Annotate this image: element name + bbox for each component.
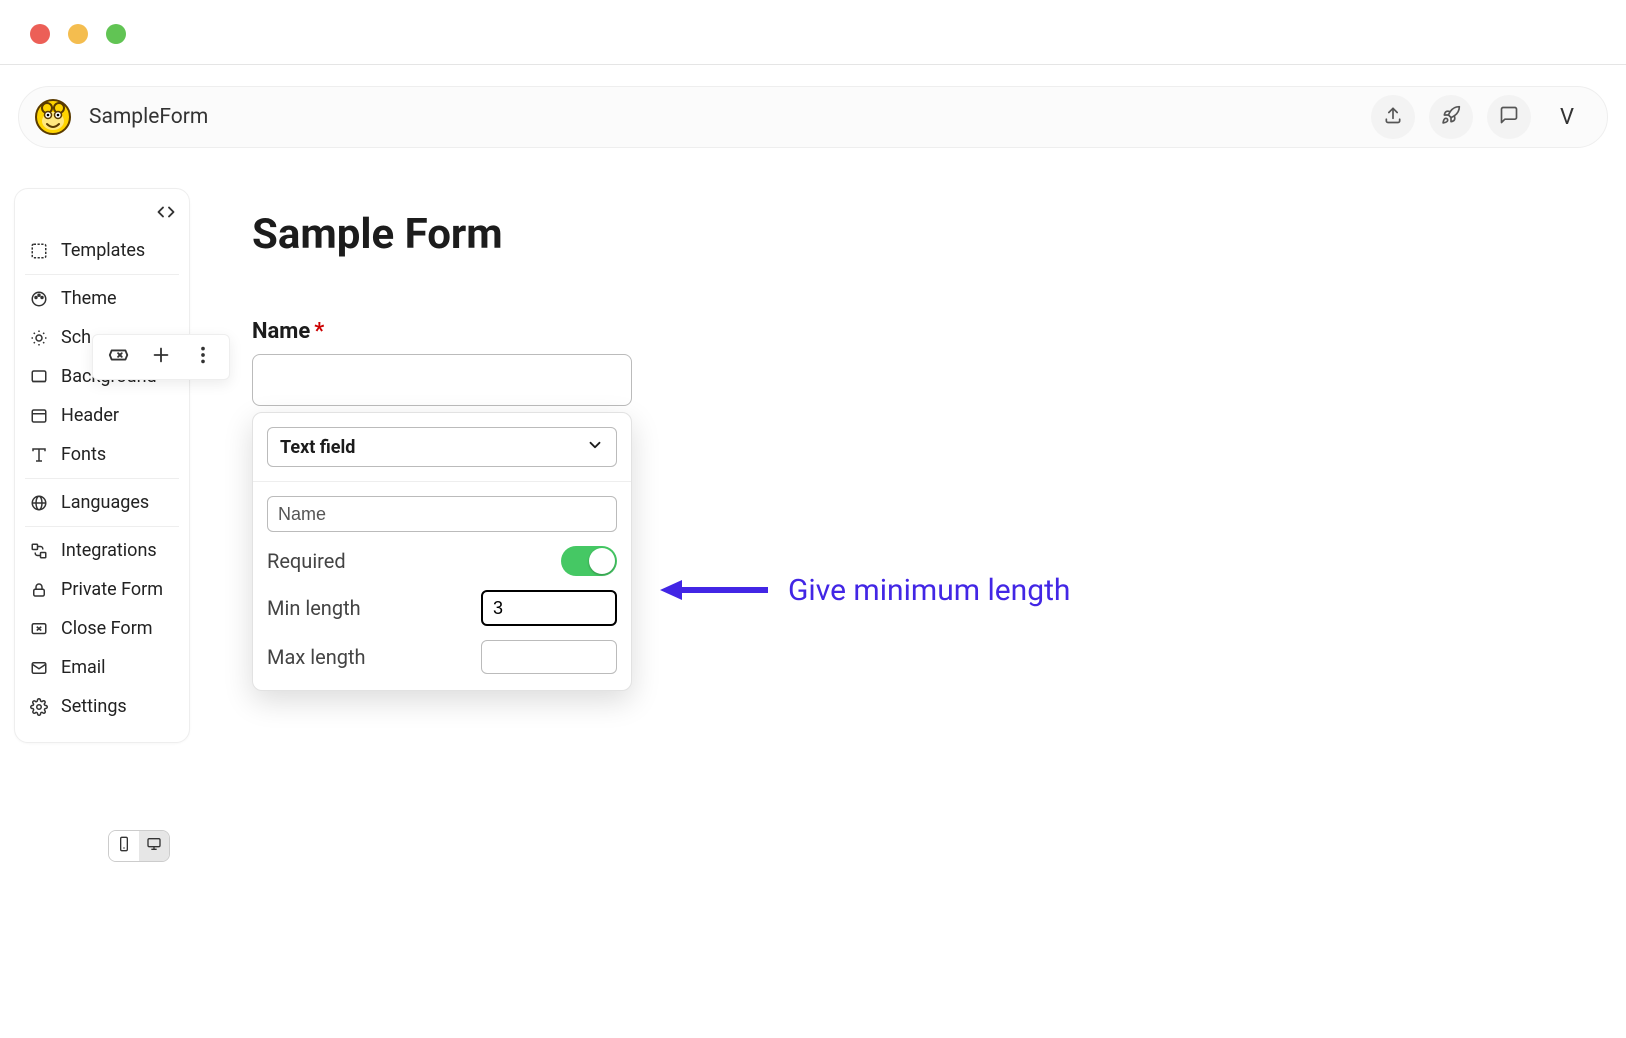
launch-button[interactable] <box>1429 95 1473 139</box>
close-form-icon <box>29 619 49 639</box>
rocket-icon <box>1441 105 1461 129</box>
globe-icon <box>29 493 49 513</box>
form-title[interactable]: Sample Form <box>252 210 1052 259</box>
sidebar-item-integrations[interactable]: Integrations <box>15 531 189 570</box>
type-icon <box>29 445 49 465</box>
popover-separator <box>253 481 631 482</box>
integrations-icon <box>29 541 49 561</box>
more-options-button[interactable] <box>189 343 217 371</box>
delete-icon <box>108 344 130 370</box>
min-length-row: Min length <box>267 590 617 626</box>
sidebar-item-label: Private Form <box>61 579 163 600</box>
sidebar-item-label: Sch <box>61 327 91 348</box>
delete-field-button[interactable] <box>105 343 133 371</box>
field-type-label: Text field <box>280 437 355 458</box>
max-length-row: Max length <box>267 640 617 674</box>
field-label-text: Name <box>252 319 310 344</box>
desktop-icon <box>146 836 162 856</box>
header-icon <box>29 406 49 426</box>
window-traffic-lights <box>30 24 126 44</box>
min-length-label: Min length <box>267 596 361 620</box>
sidebar-separator <box>25 526 179 527</box>
kebab-icon <box>192 344 214 370</box>
sidebar-item-theme[interactable]: Theme <box>15 279 189 318</box>
window-divider <box>0 64 1626 65</box>
required-star: * <box>314 319 324 344</box>
desktop-preview-button[interactable] <box>139 831 169 861</box>
lock-icon <box>29 580 49 600</box>
sidebar-item-label: Settings <box>61 696 127 717</box>
sidebar-item-label: Close Form <box>61 618 153 639</box>
annotation-text: Give minimum length <box>788 573 1070 608</box>
export-button[interactable] <box>1371 95 1415 139</box>
mobile-icon <box>116 836 132 856</box>
sidebar-separator <box>25 478 179 479</box>
sidebar-item-languages[interactable]: Languages <box>15 483 189 522</box>
sidebar-item-header[interactable]: Header <box>15 396 189 435</box>
required-toggle[interactable] <box>561 546 617 576</box>
sidebar-item-email[interactable]: Email <box>15 648 189 687</box>
chat-icon <box>1499 105 1519 129</box>
add-field-button[interactable] <box>147 343 175 371</box>
app-logo-icon <box>35 99 71 135</box>
background-icon <box>29 367 49 387</box>
sidebar-item-label: Email <box>61 657 106 678</box>
sidebar-item-label: Templates <box>61 240 145 261</box>
minimize-window-button[interactable] <box>68 24 88 44</box>
sun-icon <box>29 328 49 348</box>
palette-icon <box>29 289 49 309</box>
arrow-left-icon <box>660 570 770 610</box>
templates-icon <box>29 241 49 261</box>
code-view-button[interactable] <box>15 199 189 231</box>
gear-icon <box>29 697 49 717</box>
mobile-preview-button[interactable] <box>109 831 139 861</box>
field-toolbar <box>92 334 230 380</box>
upload-icon <box>1383 105 1403 129</box>
sidebar-item-label: Languages <box>61 492 149 513</box>
maximize-window-button[interactable] <box>106 24 126 44</box>
field-type-select[interactable]: Text field <box>267 427 617 467</box>
document-title[interactable]: SampleForm <box>89 105 208 129</box>
topbar: SampleForm V <box>18 86 1608 148</box>
close-window-button[interactable] <box>30 24 50 44</box>
comments-button[interactable] <box>1487 95 1531 139</box>
field-name-input[interactable] <box>267 496 617 532</box>
sidebar-item-close-form[interactable]: Close Form <box>15 609 189 648</box>
sidebar-separator <box>25 274 179 275</box>
sidebar-item-label: Header <box>61 405 119 426</box>
device-preview-toggle <box>108 830 170 862</box>
plus-icon <box>150 344 172 370</box>
field-label: Name* <box>252 319 1052 344</box>
form-canvas: Sample Form Name* <box>252 210 1052 406</box>
sidebar-item-private-form[interactable]: Private Form <box>15 570 189 609</box>
field-settings-popover: Text field Required Min length Max lengt… <box>252 412 632 691</box>
sidebar-item-label: Theme <box>61 288 117 309</box>
required-row: Required <box>267 546 617 576</box>
annotation: Give minimum length <box>660 570 1070 610</box>
sidebar-item-templates[interactable]: Templates <box>15 231 189 270</box>
max-length-label: Max length <box>267 645 366 669</box>
chevron-down-icon <box>586 436 604 459</box>
mail-icon <box>29 658 49 678</box>
min-length-input[interactable] <box>481 590 617 626</box>
code-icon <box>157 203 175 225</box>
sidebar-item-label: Integrations <box>61 540 157 561</box>
max-length-input[interactable] <box>481 640 617 674</box>
required-label: Required <box>267 549 346 573</box>
sidebar-item-label: Fonts <box>61 444 106 465</box>
sidebar-item-settings[interactable]: Settings <box>15 687 189 726</box>
name-input[interactable] <box>252 354 632 406</box>
toggle-knob <box>589 548 615 574</box>
sidebar: Templates Theme Sch Background Header Fo… <box>14 188 190 743</box>
sidebar-item-fonts[interactable]: Fonts <box>15 435 189 474</box>
user-avatar[interactable]: V <box>1545 95 1589 139</box>
